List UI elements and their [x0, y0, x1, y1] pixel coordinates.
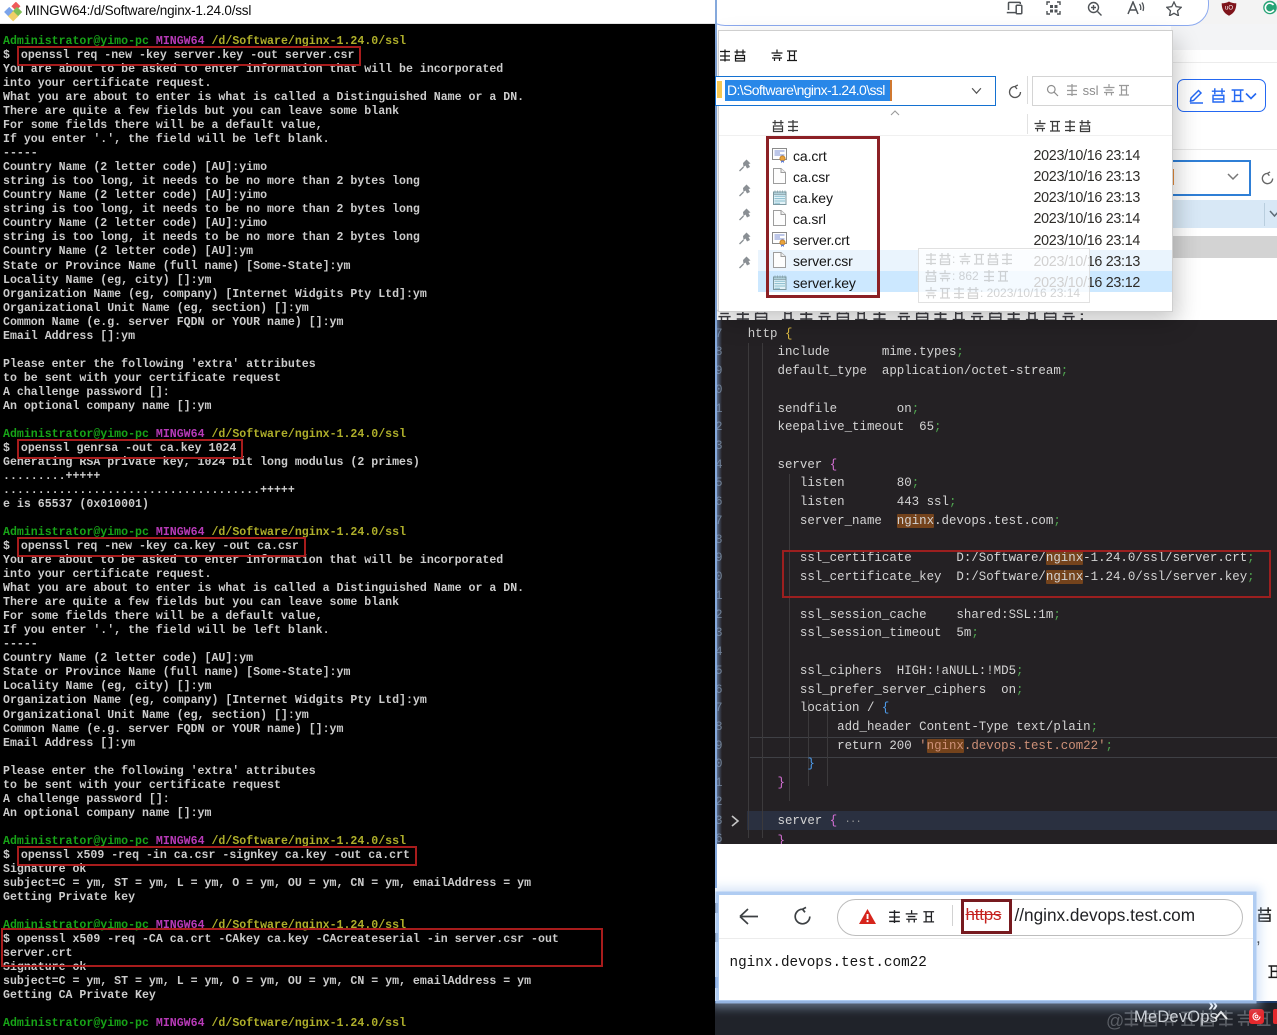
svg-text::: : [952, 252, 955, 266]
svg-text:uO: uO [1225, 6, 1233, 12]
